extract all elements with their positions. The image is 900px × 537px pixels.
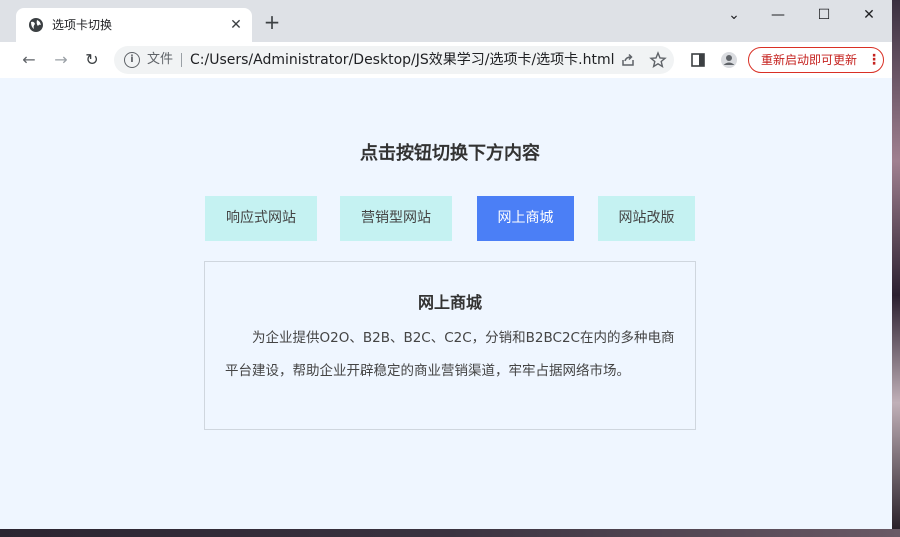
- tab-marketing-site[interactable]: 营销型网站: [340, 196, 452, 241]
- close-window-button[interactable]: ✕: [846, 0, 892, 30]
- address-divider: [181, 53, 182, 67]
- side-panel-icon[interactable]: [689, 51, 707, 69]
- maximize-button[interactable]: ☐: [801, 0, 847, 30]
- update-button[interactable]: 重新启动即可更新 ⋮: [748, 47, 884, 73]
- new-tab-button[interactable]: +: [262, 12, 282, 33]
- tab-content-panel: 网上商城 为企业提供O2O、B2B、B2C、C2C，分销和B2BC2C在内的多种…: [204, 261, 696, 430]
- profile-avatar-icon[interactable]: [720, 51, 738, 69]
- reload-button[interactable]: ↻: [82, 50, 102, 70]
- globe-icon: [29, 18, 43, 32]
- page-heading: 点击按钮切换下方内容: [360, 143, 540, 164]
- desktop-background: [892, 0, 900, 537]
- panel-title: 网上商城: [417, 293, 482, 312]
- desktop-background-bottom: [0, 529, 900, 537]
- share-icon[interactable]: [619, 51, 637, 69]
- tab-site-redesign[interactable]: 网站改版: [598, 196, 695, 241]
- tab-responsive-site[interactable]: 响应式网站: [205, 196, 317, 241]
- tab-title: 选项卡切换: [52, 18, 113, 32]
- tab-close-icon[interactable]: ✕: [228, 17, 244, 33]
- forward-button[interactable]: →: [51, 50, 71, 70]
- url-text[interactable]: C:/Users/Administrator/Desktop/JS效果学习/选项…: [190, 51, 615, 69]
- address-bar[interactable]: i 文件 C:/Users/Administrator/Desktop/JS效果…: [114, 46, 674, 74]
- panel-text: 为企业提供O2O、B2B、B2C、C2C，分销和B2BC2C在内的多种电商平台建…: [225, 330, 675, 379]
- tab-online-mall[interactable]: 网上商城: [477, 196, 574, 241]
- page-viewport: 点击按钮切换下方内容 响应式网站 营销型网站 网上商城 网站改版 网上商城 为企…: [0, 78, 892, 529]
- star-icon[interactable]: [649, 51, 667, 69]
- scheme-label: 文件: [147, 52, 174, 67]
- info-icon[interactable]: i: [124, 52, 140, 68]
- update-label: 重新启动即可更新: [761, 53, 858, 67]
- back-button[interactable]: ←: [19, 50, 39, 70]
- tab-strip: 选项卡切换 ✕ + ⌄ — ☐ ✕: [0, 0, 892, 42]
- browser-tab[interactable]: 选项卡切换 ✕: [16, 8, 252, 42]
- tab-search-icon[interactable]: ⌄: [711, 0, 757, 30]
- browser-toolbar: ← → ↻ i 文件 C:/Users/Administrator/Deskto…: [0, 42, 892, 78]
- more-menu-icon[interactable]: ⋮: [867, 52, 881, 68]
- browser-window: 选项卡切换 ✕ + ⌄ — ☐ ✕ ← → ↻ i 文件 C:/Users/Ad…: [0, 0, 892, 529]
- minimize-button[interactable]: —: [755, 0, 801, 30]
